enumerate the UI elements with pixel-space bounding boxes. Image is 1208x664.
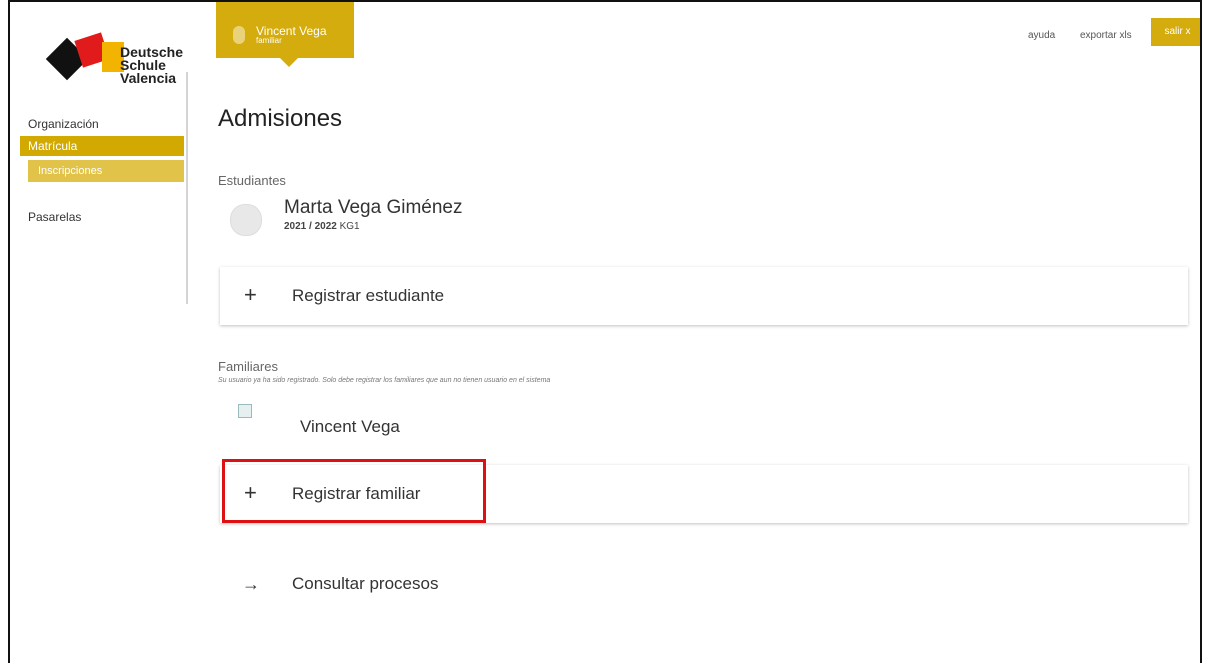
broken-image-icon — [238, 404, 252, 418]
sidebar-item-inscripciones[interactable]: Inscripciones — [28, 160, 184, 182]
sidebar-item-matricula[interactable]: Matrícula — [20, 136, 184, 156]
family-note: Su usuario ya ha sido registrado. Solo d… — [218, 377, 551, 384]
user-tab-caret-icon — [280, 58, 298, 67]
student-year: 2021 / 2022 — [284, 221, 337, 232]
sidebar-item-organizacion[interactable]: Organización — [20, 114, 184, 134]
sidebar-divider — [186, 72, 188, 304]
logo-text: Deutsche Schule Valencia — [120, 45, 183, 86]
logo-line-3: Valencia — [120, 70, 177, 86]
students-section-label: Estudiantes — [218, 173, 286, 188]
consult-processes-label: Consultar procesos — [292, 574, 439, 593]
page-title: Admisiones — [218, 105, 343, 132]
family-member-name[interactable]: Vincent Vega — [300, 417, 400, 437]
register-student-button[interactable]: + Registrar estudiante — [220, 267, 1188, 325]
school-logo[interactable]: Deutsche Schule Valencia — [38, 32, 188, 102]
student-meta: 2021 / 2022 KG1 — [284, 221, 360, 232]
register-student-label: Registrar estudiante — [292, 286, 445, 305]
student-grade: KG1 — [339, 221, 360, 232]
user-role: familiar — [256, 36, 282, 45]
user-avatar-icon — [233, 26, 245, 44]
user-tab[interactable]: Vincent Vega familiar — [216, 2, 354, 67]
arrow-right-icon: → — [242, 574, 260, 594]
export-xls-link[interactable]: exportar xls — [1080, 30, 1132, 41]
sidebar-item-pasarelas[interactable]: Pasarelas — [20, 207, 184, 227]
student-name[interactable]: Marta Vega Giménez — [284, 197, 462, 219]
plus-icon: + — [244, 282, 257, 307]
app-frame: Deutsche Schule Valencia Organización Ma… — [8, 0, 1202, 663]
family-section-label: Familiares — [218, 359, 278, 374]
sidebar: Deutsche Schule Valencia Organización Ma… — [10, 2, 188, 302]
student-avatar — [230, 204, 262, 236]
logout-button[interactable]: salir x — [1151, 18, 1200, 46]
help-link[interactable]: ayuda — [1028, 30, 1055, 41]
highlight-annotation — [222, 459, 486, 523]
